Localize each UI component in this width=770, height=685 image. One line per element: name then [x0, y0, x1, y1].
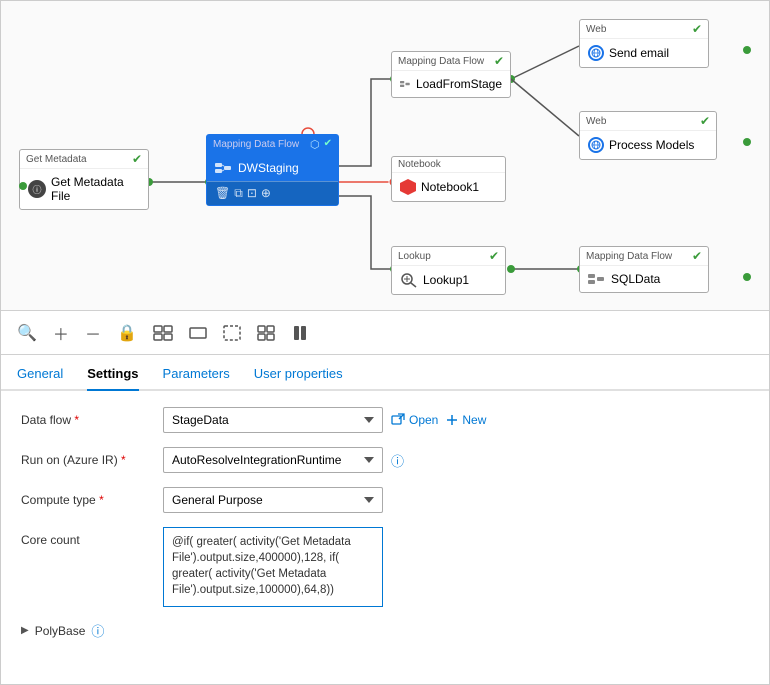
search-icon[interactable]: 🔍	[17, 323, 37, 343]
node-check-icon: ✔	[324, 138, 332, 151]
node-load-from-stage[interactable]: Mapping Data Flow ✔ LoadFromStage	[391, 51, 511, 98]
lookup-icon	[400, 272, 418, 288]
tab-general[interactable]: General	[17, 360, 63, 391]
web-icon2	[588, 137, 604, 153]
grid-icon[interactable]	[257, 325, 275, 341]
settings-tabs: General Settings Parameters User propert…	[1, 355, 769, 391]
fit-all-icon[interactable]	[153, 325, 173, 341]
add-output-icon[interactable]: ⊕	[261, 186, 271, 201]
node-process-models[interactable]: Web ✔ Process Models	[579, 111, 717, 160]
output-dot-process-models	[743, 138, 751, 146]
copy-icon[interactable]: ⧉	[234, 186, 243, 201]
plus-icon	[446, 414, 458, 426]
open-button[interactable]: Open	[391, 413, 438, 427]
node-get-metadata[interactable]: Get Metadata ✔ ⓘ Get Metadata File	[19, 149, 149, 210]
tab-user-properties[interactable]: User properties	[254, 360, 343, 391]
settings-panel: Data flow * StageData Open New Ru	[1, 391, 769, 684]
web-icon1	[588, 45, 604, 61]
zoom-in-icon[interactable]: ＋	[53, 321, 69, 345]
run-on-label: Run on (Azure IR) *	[21, 453, 151, 467]
data-flow-row: Data flow * StageData Open New	[21, 407, 749, 433]
select-icon[interactable]	[223, 325, 241, 341]
data-flow-dropdown[interactable]: StageData	[163, 407, 383, 433]
node-send-email[interactable]: Web ✔ Send email	[579, 19, 709, 68]
external-link-icon[interactable]: ⬡	[310, 138, 320, 151]
metadata-icon: ⓘ	[28, 180, 46, 198]
data-flow-label: Data flow *	[21, 413, 151, 427]
compute-type-label: Compute type *	[21, 493, 151, 507]
compute-type-row: Compute type * General Purpose	[21, 487, 749, 513]
tab-settings[interactable]: Settings	[87, 360, 138, 391]
zoom-out-icon[interactable]: －	[85, 321, 101, 345]
core-count-expression[interactable]: @if( greater( activity('Get Metadata Fil…	[163, 527, 383, 607]
compute-type-dropdown[interactable]: General Purpose	[163, 487, 383, 513]
theme-icon[interactable]	[291, 325, 309, 341]
delete-icon[interactable]: 🗑	[215, 186, 230, 201]
data-flow-input-group: StageData Open New	[163, 407, 749, 433]
core-count-row: Core count @if( greater( activity('Get M…	[21, 527, 749, 607]
tab-parameters[interactable]: Parameters	[163, 360, 230, 391]
fit-width-icon[interactable]	[189, 325, 207, 341]
lock-icon[interactable]: 🔒	[117, 323, 137, 343]
node-lookup1[interactable]: Lookup ✔ Lookup1	[391, 246, 506, 295]
polybase-info-icon[interactable]: ⓘ	[91, 621, 104, 640]
node-notebook1[interactable]: Notebook Notebook1	[391, 156, 506, 202]
canvas-toolbar: 🔍 ＋ － 🔒	[1, 311, 769, 355]
input-dot-get-metadata	[19, 182, 27, 190]
notebook-icon	[400, 179, 416, 195]
run-on-dropdown[interactable]: AutoResolveIntegrationRuntime	[163, 447, 383, 473]
new-button[interactable]: New	[446, 413, 486, 427]
core-count-label: Core count	[21, 527, 151, 547]
dataflow-icon3	[588, 272, 606, 286]
polybase-row[interactable]: ▶ PolyBase ⓘ	[21, 621, 749, 640]
node-dw-staging[interactable]: Mapping Data Flow ⬡ ✔ DWStaging 🗑 ⧉	[206, 134, 339, 206]
dataflow-icon2	[400, 77, 411, 91]
compute-type-input-group: General Purpose	[163, 487, 749, 513]
open-icon	[391, 413, 405, 427]
node-sql-data[interactable]: Mapping Data Flow ✔ SQLData	[579, 246, 709, 293]
pipeline-canvas[interactable]: Get Metadata ✔ ⓘ Get Metadata File Mappi…	[1, 1, 769, 311]
expand-polybase-icon[interactable]: ▶	[21, 625, 29, 636]
run-on-input-group: AutoResolveIntegrationRuntime ⓘ	[163, 447, 749, 473]
core-count-input-group: @if( greater( activity('Get Metadata Fil…	[163, 527, 749, 607]
output-dot-send-email	[743, 46, 751, 54]
run-on-row: Run on (Azure IR) * AutoResolveIntegrati…	[21, 447, 749, 473]
expand-icon[interactable]: ⊡	[247, 186, 257, 201]
output-dot-sql-data	[743, 273, 751, 281]
info-icon[interactable]: ⓘ	[391, 451, 404, 470]
dataflow-icon	[215, 161, 233, 175]
